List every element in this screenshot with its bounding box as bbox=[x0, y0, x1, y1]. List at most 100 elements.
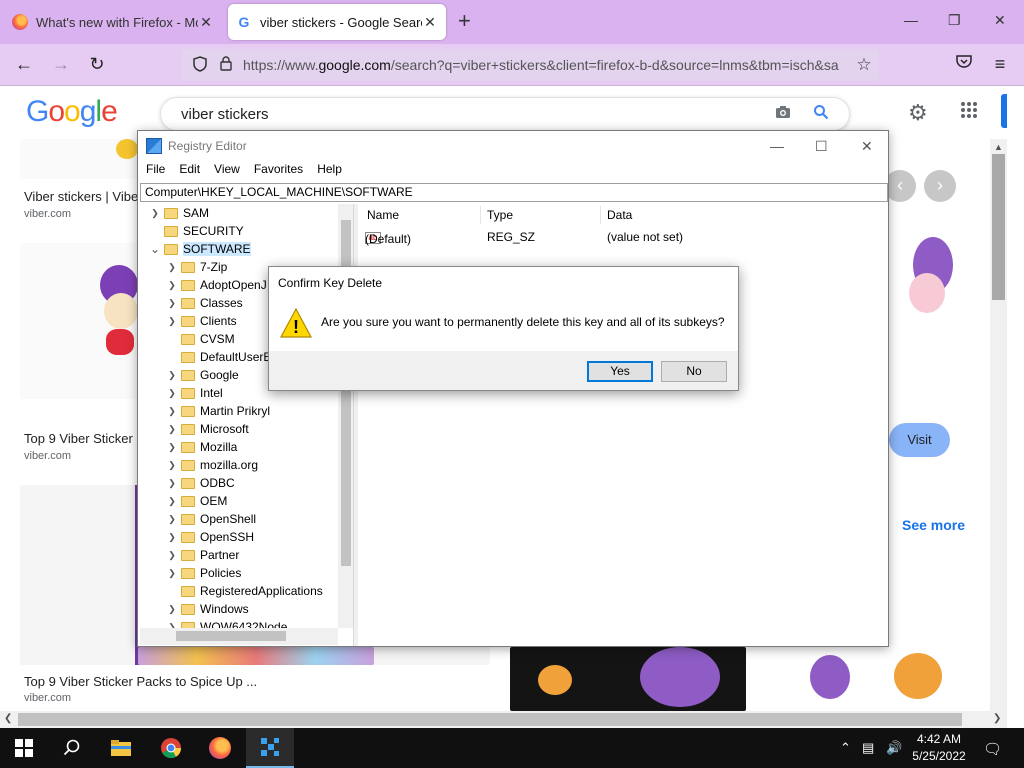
tree-item[interactable]: ❯ Intel bbox=[165, 384, 222, 402]
close-window-button[interactable]: ✕ bbox=[994, 12, 1006, 29]
clock[interactable]: 4:42 AM 5/25/2022 bbox=[906, 731, 972, 765]
back-icon[interactable]: ← bbox=[13, 54, 35, 74]
tree-item[interactable]: ❯ Microsoft bbox=[165, 420, 248, 438]
tree-item[interactable]: ❯ Mozilla bbox=[165, 438, 237, 456]
tree-item[interactable]: ❯ OEM bbox=[165, 492, 227, 510]
pocket-icon[interactable] bbox=[953, 54, 975, 74]
yes-button[interactable]: Yes bbox=[587, 361, 653, 382]
chevron-down-icon[interactable]: ⌄ bbox=[148, 242, 162, 256]
chevron-right-icon[interactable]: ❯ bbox=[165, 514, 179, 525]
minimize-button[interactable]: — bbox=[770, 138, 784, 154]
tree-item[interactable]: ❯ Clients bbox=[165, 312, 236, 330]
search-input[interactable]: viber stickers bbox=[160, 97, 850, 131]
search-button[interactable] bbox=[48, 728, 96, 768]
tree-item[interactable]: ❯ SAM bbox=[148, 204, 209, 222]
chevron-right-icon[interactable]: ❯ bbox=[165, 478, 179, 489]
start-button[interactable] bbox=[0, 728, 48, 768]
scroll-up-arrow[interactable]: ▲ bbox=[994, 142, 1003, 152]
tree-item[interactable]: DefaultUserE bbox=[165, 348, 271, 366]
tree-item[interactable]: ❯ Classes bbox=[165, 294, 242, 312]
page-horizontal-scrollbar[interactable]: ❮ ❯ bbox=[0, 711, 1007, 728]
chevron-right-icon[interactable]: ❯ bbox=[165, 388, 179, 399]
chevron-right-icon[interactable]: ❯ bbox=[165, 280, 179, 291]
menu-icon[interactable]: ≡ bbox=[989, 54, 1011, 74]
chevron-right-icon[interactable]: ❯ bbox=[165, 496, 179, 507]
next-image-button[interactable]: › bbox=[924, 170, 956, 202]
chevron-right-icon[interactable]: ❯ bbox=[165, 442, 179, 453]
tree-item[interactable]: ⌄ SOFTWARE bbox=[148, 240, 251, 258]
sticker-strip-image[interactable] bbox=[138, 647, 374, 665]
chevron-right-icon[interactable]: ❯ bbox=[165, 460, 179, 471]
result-thumbnail[interactable] bbox=[754, 647, 966, 711]
tree-item[interactable]: SECURITY bbox=[148, 222, 244, 240]
chevron-right-icon[interactable]: ❯ bbox=[165, 262, 179, 273]
result-title[interactable]: Top 9 Viber Sticker Packs to Spice Up ..… bbox=[24, 674, 257, 689]
chevron-up-icon[interactable]: ⌃ bbox=[840, 740, 851, 756]
chevron-right-icon[interactable]: ❯ bbox=[148, 208, 162, 219]
tree-horizontal-scrollbar[interactable] bbox=[140, 628, 338, 645]
chevron-right-icon[interactable]: ❯ bbox=[165, 316, 179, 327]
tree-item[interactable]: ❯ AdoptOpenJ bbox=[165, 276, 267, 294]
result-thumbnail[interactable] bbox=[20, 139, 138, 179]
chevron-right-icon[interactable]: ❯ bbox=[165, 298, 179, 309]
tree-item[interactable]: ❯ ODBC bbox=[165, 474, 234, 492]
tree-item[interactable]: CVSM bbox=[165, 330, 235, 348]
chrome-button[interactable] bbox=[147, 728, 195, 768]
notifications-icon[interactable]: 🗨 bbox=[983, 740, 1002, 758]
camera-icon[interactable] bbox=[775, 105, 791, 124]
lock-icon[interactable] bbox=[217, 56, 235, 74]
tree-item[interactable]: RegisteredApplications bbox=[165, 582, 323, 600]
see-more-link[interactable]: See more bbox=[902, 517, 965, 533]
result-site[interactable]: viber.com bbox=[24, 692, 71, 704]
result-thumbnail[interactable] bbox=[20, 243, 138, 399]
chevron-right-icon[interactable]: ❯ bbox=[165, 532, 179, 543]
result-site[interactable]: viber.com bbox=[24, 450, 71, 462]
close-button[interactable]: ✕ bbox=[861, 138, 873, 155]
gear-icon[interactable]: ⚙ bbox=[908, 100, 928, 126]
menu-file[interactable]: File bbox=[146, 162, 165, 182]
result-title[interactable]: Top 9 Viber Sticker P bbox=[24, 431, 145, 446]
chevron-right-icon[interactable]: ❯ bbox=[165, 370, 179, 381]
visit-button[interactable]: Visit bbox=[889, 423, 950, 457]
scrollbar-thumb[interactable] bbox=[992, 154, 1005, 300]
tree-item[interactable]: ❯ Policies bbox=[165, 564, 241, 582]
scrollbar-thumb[interactable] bbox=[18, 713, 962, 726]
shield-icon[interactable] bbox=[191, 55, 209, 75]
result-title[interactable]: Viber stickers | Viber bbox=[24, 189, 143, 204]
tree-item[interactable]: ❯ 7-Zip bbox=[165, 258, 227, 276]
column-type[interactable]: Type bbox=[487, 208, 513, 222]
url-bar[interactable]: https://www.google.com/search?q=viber+st… bbox=[181, 49, 879, 81]
chevron-right-icon[interactable]: ❯ bbox=[165, 424, 179, 435]
new-tab-button[interactable]: + bbox=[458, 10, 471, 32]
tree-item[interactable]: ❯ Partner bbox=[165, 546, 239, 564]
minimize-button[interactable]: — bbox=[904, 12, 918, 28]
reload-icon[interactable]: ↻ bbox=[86, 54, 108, 74]
close-icon[interactable]: ✕ bbox=[422, 14, 438, 31]
chevron-right-icon[interactable]: ❯ bbox=[165, 406, 179, 417]
search-icon[interactable] bbox=[813, 104, 829, 125]
result-site[interactable]: viber.com bbox=[24, 208, 71, 220]
menu-favorites[interactable]: Favorites bbox=[254, 162, 303, 182]
page-vertical-scrollbar[interactable]: ▲ bbox=[990, 139, 1007, 711]
sign-in-button[interactable] bbox=[1001, 94, 1007, 128]
close-icon[interactable]: ✕ bbox=[198, 14, 214, 31]
value-row[interactable]: ab (Default) REG_SZ (value not set) bbox=[360, 228, 888, 246]
forward-icon[interactable]: → bbox=[50, 54, 72, 74]
apps-grid-icon[interactable] bbox=[960, 99, 978, 125]
menu-help[interactable]: Help bbox=[317, 162, 342, 182]
tree-item[interactable]: ❯ Google bbox=[165, 366, 238, 384]
firefox-button[interactable] bbox=[196, 728, 244, 768]
tree-item[interactable]: ❯ OpenShell bbox=[165, 510, 256, 528]
scrollbar-thumb[interactable] bbox=[176, 631, 286, 641]
no-button[interactable]: No bbox=[661, 361, 727, 382]
column-data[interactable]: Data bbox=[607, 208, 632, 222]
network-icon[interactable]: ▤ bbox=[862, 740, 874, 756]
chevron-right-icon[interactable]: ❯ bbox=[165, 604, 179, 615]
volume-icon[interactable]: 🔊 bbox=[886, 740, 902, 756]
scroll-left-arrow[interactable]: ❮ bbox=[4, 713, 12, 724]
bookmark-star-icon[interactable]: ☆ bbox=[855, 55, 873, 75]
tab-google-search[interactable]: G viber stickers - Google Search ✕ bbox=[228, 4, 446, 40]
maximize-button[interactable]: ☐ bbox=[815, 138, 828, 155]
tree-item[interactable]: ❯ Windows bbox=[165, 600, 248, 618]
file-explorer-button[interactable] bbox=[97, 728, 145, 768]
